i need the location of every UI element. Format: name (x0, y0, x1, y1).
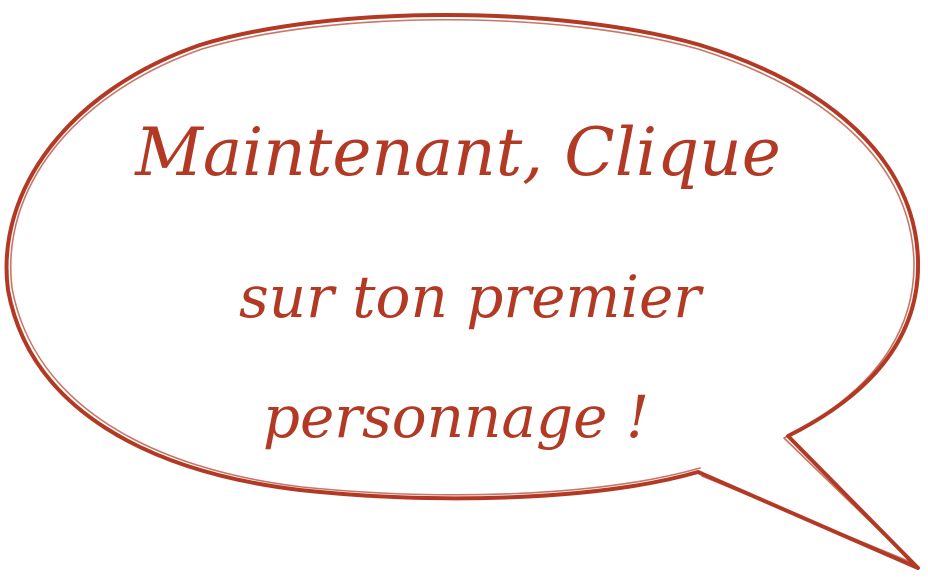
bubble-line-3: personnage ! (262, 383, 650, 451)
bubble-line-1: Maintenant, Clique (135, 114, 781, 191)
bubble-line-2: sur ton premier (238, 263, 702, 331)
